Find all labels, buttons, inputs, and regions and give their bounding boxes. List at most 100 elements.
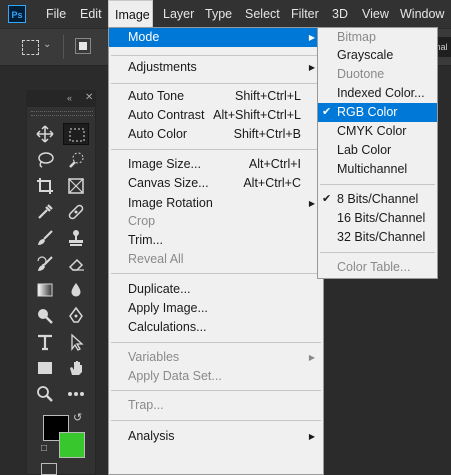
mode-item-indexed-color[interactable]: Indexed Color... bbox=[318, 84, 437, 103]
menu-item-mode-label: Mode bbox=[128, 30, 160, 44]
mode-item-cmyk-color[interactable]: CMYK Color bbox=[318, 122, 437, 141]
menu-item-calculations[interactable]: Calculations... bbox=[109, 318, 323, 337]
eraser-tool-icon[interactable] bbox=[63, 253, 89, 275]
menu-item-canvas-size-shortcut: Alt+Ctrl+C bbox=[243, 176, 301, 190]
collapse-icon[interactable]: « bbox=[67, 93, 72, 103]
mode-item-8-bits[interactable]: ✔ 8 Bits/Channel bbox=[318, 190, 437, 209]
quick-mask-icon[interactable] bbox=[41, 463, 57, 475]
menu-item-image-rotation-label: Image Rotation bbox=[128, 196, 213, 210]
blur-tool-icon[interactable] bbox=[63, 279, 89, 301]
menu-separator bbox=[320, 252, 435, 253]
menu-item-variables-label: Variables bbox=[128, 350, 180, 364]
checkmark-icon: ✔ bbox=[322, 193, 332, 205]
menu-3d[interactable]: 3D bbox=[326, 0, 354, 28]
path-selection-tool-icon[interactable] bbox=[63, 331, 89, 353]
menu-item-image-size[interactable]: Image Size... Alt+Ctrl+I bbox=[109, 155, 323, 174]
menu-separator bbox=[111, 420, 321, 421]
menu-image[interactable]: Image bbox=[108, 0, 153, 28]
mode-item-multichannel[interactable]: Multichannel bbox=[318, 160, 437, 179]
brush-tool-icon[interactable] bbox=[32, 227, 58, 249]
spot-healing-brush-tool-icon[interactable] bbox=[63, 201, 89, 223]
chevron-down-icon[interactable]: ⌄ bbox=[43, 39, 51, 50]
history-brush-tool-icon[interactable] bbox=[32, 253, 58, 275]
edit-toolbar-icon[interactable] bbox=[63, 383, 89, 405]
menu-item-trim[interactable]: Trim... bbox=[109, 231, 323, 250]
menu-view[interactable]: View bbox=[356, 0, 395, 28]
menu-item-auto-contrast[interactable]: Auto Contrast Alt+Shift+Ctrl+L bbox=[109, 106, 323, 125]
menu-filter[interactable]: Filter bbox=[285, 0, 325, 28]
mode-item-16-bits[interactable]: 16 Bits/Channel bbox=[318, 209, 437, 228]
lasso-tool-icon[interactable] bbox=[32, 149, 58, 171]
eyedropper-tool-icon[interactable] bbox=[32, 201, 58, 223]
menu-item-auto-tone-shortcut: Shift+Ctrl+L bbox=[234, 89, 301, 103]
zoom-tool-icon[interactable] bbox=[32, 383, 58, 405]
menu-item-analysis[interactable]: Analysis ▶ bbox=[109, 427, 323, 446]
new-selection-icon[interactable] bbox=[75, 38, 91, 54]
menu-item-analysis-label: Analysis bbox=[128, 429, 175, 443]
quick-selection-tool-icon[interactable] bbox=[63, 149, 89, 171]
marquee-preset-icon[interactable] bbox=[22, 40, 39, 55]
tools-panel-header[interactable]: « ✕ bbox=[27, 91, 95, 107]
checkmark-icon: ✔ bbox=[322, 106, 332, 118]
mode-item-32-bits[interactable]: 32 Bits/Channel bbox=[318, 228, 437, 247]
menu-item-image-rotation[interactable]: Image Rotation ▶ bbox=[109, 194, 323, 213]
mode-item-lab-color[interactable]: Lab Color bbox=[318, 141, 437, 160]
menu-item-auto-contrast-label: Auto Contrast bbox=[128, 108, 205, 122]
menu-item-trap: Trap... bbox=[109, 396, 323, 415]
gradient-tool-icon[interactable] bbox=[32, 279, 58, 301]
menu-item-duplicate[interactable]: Duplicate... bbox=[109, 280, 323, 299]
menu-window[interactable]: Window bbox=[394, 0, 450, 28]
menu-separator bbox=[320, 184, 435, 185]
crop-tool-icon[interactable] bbox=[32, 175, 58, 197]
move-tool-icon[interactable] bbox=[32, 123, 58, 145]
rectangle-tool-icon[interactable] bbox=[32, 357, 58, 379]
menu-type[interactable]: Type bbox=[199, 0, 238, 28]
mode-item-grayscale-label: Grayscale bbox=[337, 48, 394, 62]
menu-bar: Ps File Edit Image Layer Type Select Fil… bbox=[0, 0, 451, 28]
submenu-arrow-icon: ▶ bbox=[308, 199, 315, 208]
mode-item-indexed-color-label: Indexed Color... bbox=[337, 86, 425, 100]
menu-item-auto-color[interactable]: Auto Color Shift+Ctrl+B bbox=[109, 125, 323, 144]
menu-select[interactable]: Select bbox=[239, 0, 286, 28]
mode-item-grayscale[interactable]: Grayscale bbox=[318, 46, 437, 65]
mode-item-rgb-color[interactable]: ✔ RGB Color bbox=[318, 103, 437, 122]
panel-grip[interactable] bbox=[31, 111, 93, 116]
swap-colors-icon[interactable]: ↺ bbox=[73, 411, 82, 424]
menu-item-apply-image[interactable]: Apply Image... bbox=[109, 299, 323, 318]
mode-item-bitmap: Bitmap bbox=[318, 28, 437, 47]
menu-file[interactable]: File bbox=[40, 0, 72, 28]
type-tool-icon[interactable] bbox=[32, 331, 58, 353]
menu-item-variables: Variables ▶ bbox=[109, 348, 323, 367]
menu-item-apply-data-set: Apply Data Set... bbox=[109, 367, 323, 386]
mode-item-multichannel-label: Multichannel bbox=[337, 162, 408, 176]
mode-item-duotone: Duotone bbox=[318, 65, 437, 84]
menu-item-adjustments[interactable]: Adjustments ▶ bbox=[109, 58, 323, 77]
clone-stamp-tool-icon[interactable] bbox=[63, 227, 89, 249]
mode-item-bitmap-label: Bitmap bbox=[337, 30, 376, 44]
dodge-tool-icon[interactable] bbox=[32, 305, 58, 327]
pen-tool-icon[interactable] bbox=[63, 305, 89, 327]
menu-item-apply-image-label: Apply Image... bbox=[128, 301, 208, 315]
mode-item-duotone-label: Duotone bbox=[337, 67, 385, 81]
menu-separator bbox=[111, 55, 321, 56]
menu-item-canvas-size[interactable]: Canvas Size... Alt+Ctrl+C bbox=[109, 174, 323, 193]
menu-item-auto-tone[interactable]: Auto Tone Shift+Ctrl+L bbox=[109, 87, 323, 106]
menu-item-auto-tone-label: Auto Tone bbox=[128, 89, 185, 103]
menu-item-mode[interactable]: Mode ▶ bbox=[109, 28, 323, 47]
options-divider bbox=[63, 35, 64, 59]
mode-item-rgb-color-label: RGB Color bbox=[337, 105, 398, 119]
default-colors-icon[interactable]: □ bbox=[41, 443, 47, 454]
close-icon[interactable]: ✕ bbox=[85, 92, 93, 103]
hand-tool-icon[interactable] bbox=[63, 357, 89, 379]
menu-separator bbox=[111, 390, 321, 391]
menu-edit[interactable]: Edit bbox=[74, 0, 108, 28]
background-color-swatch[interactable] bbox=[59, 432, 85, 458]
mode-item-color-table-label: Color Table... bbox=[337, 260, 411, 274]
menu-item-canvas-size-label: Canvas Size... bbox=[128, 176, 209, 190]
menu-item-reveal-all-label: Reveal All bbox=[128, 252, 184, 266]
menu-item-image-size-shortcut: Alt+Ctrl+I bbox=[248, 157, 301, 171]
rectangular-marquee-tool-icon[interactable] bbox=[63, 123, 89, 145]
frame-tool-icon[interactable] bbox=[63, 175, 89, 197]
menu-item-duplicate-label: Duplicate... bbox=[128, 282, 191, 296]
menu-layer[interactable]: Layer bbox=[157, 0, 200, 28]
